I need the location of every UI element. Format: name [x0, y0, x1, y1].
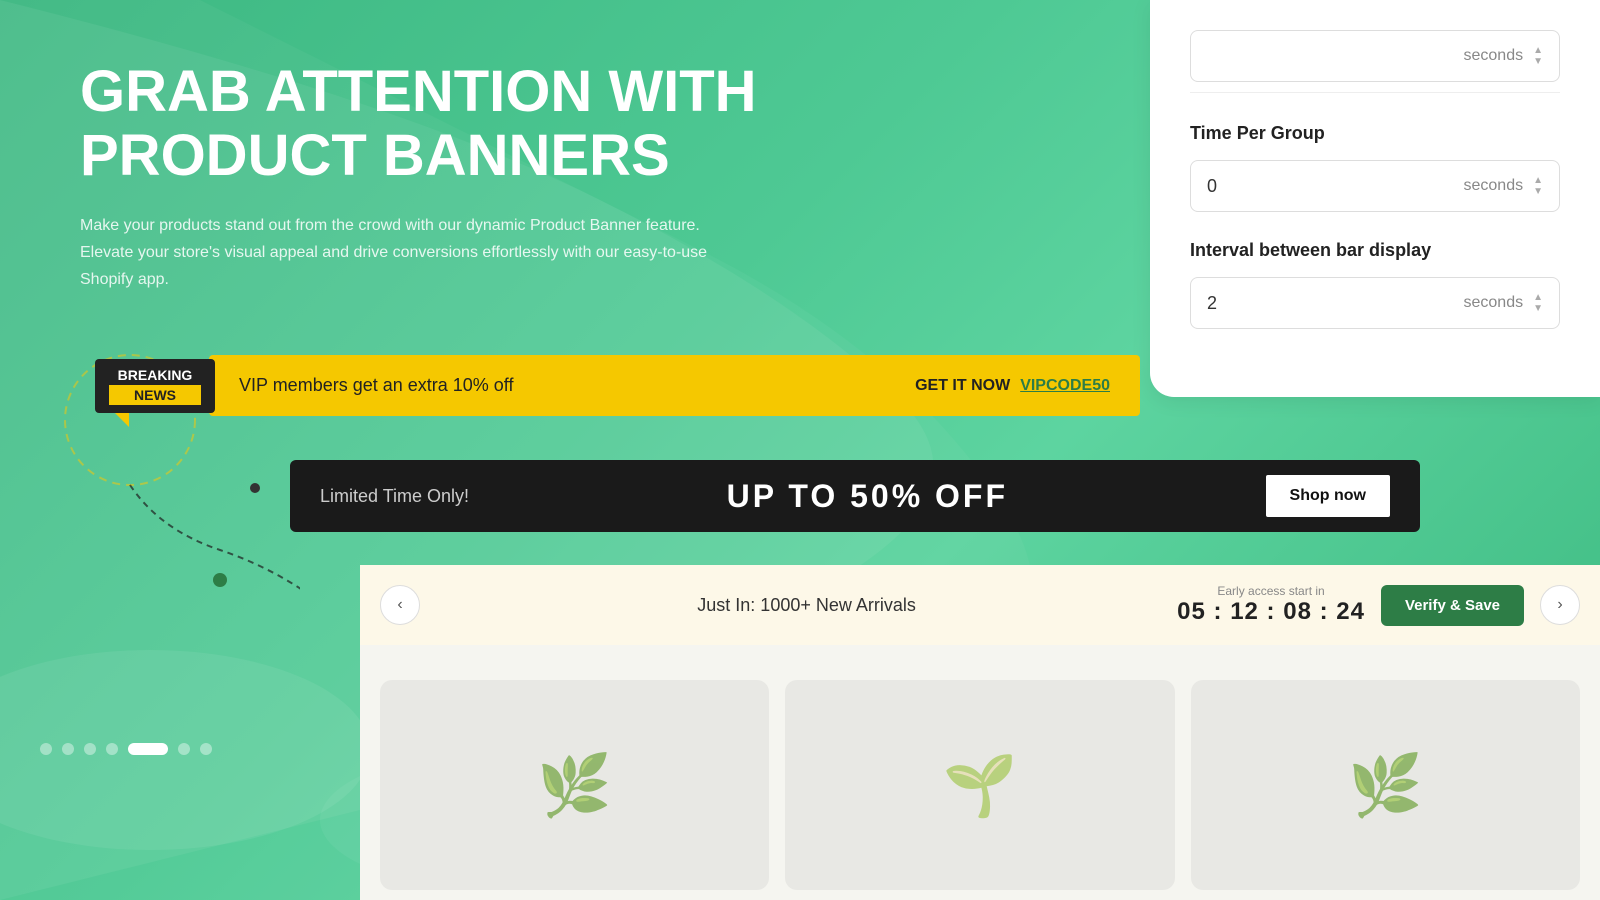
product-card-2: 🌱	[785, 680, 1174, 890]
breaking-news-cta: GET IT NOW VIPCODE50	[915, 377, 1110, 395]
hero-section: GRAB ATTENTION WITH PRODUCT BANNERS Make…	[80, 60, 830, 293]
dot-2[interactable]	[62, 743, 74, 755]
arrivals-banner: ‹ Just In: 1000+ New Arrivals Early acce…	[360, 565, 1600, 645]
breaking-tag: BREAKING NEWS	[95, 359, 215, 413]
plant-icon-3: 🌿	[1348, 750, 1423, 821]
time-per-group-unit-label: seconds	[1464, 177, 1524, 195]
interval-unit-group: seconds ▲ ▼	[1464, 292, 1544, 314]
shop-now-button[interactable]: Shop now	[1266, 475, 1390, 517]
early-access-section: Early access start in 05 : 12 : 08 : 24	[1177, 584, 1365, 626]
time-per-group-unit-group: seconds ▲ ▼	[1464, 175, 1544, 197]
time-per-group-value: 0	[1207, 176, 1217, 197]
interval-spinner[interactable]: ▲ ▼	[1533, 292, 1543, 314]
top-spinner[interactable]: ▲ ▼	[1533, 45, 1543, 67]
prev-arrow-icon: ‹	[397, 596, 402, 614]
dot-1[interactable]	[40, 743, 52, 755]
time-per-group-section: Time Per Group 0 seconds ▲ ▼	[1190, 123, 1560, 212]
hero-subtitle: Make your products stand out from the cr…	[80, 212, 720, 294]
time-per-group-label: Time Per Group	[1190, 123, 1560, 144]
products-area: 🌿 🌱 🌿	[360, 670, 1600, 900]
breaking-news-content: VIP members get an extra 10% off GET IT …	[209, 355, 1140, 416]
top-seconds-field: seconds ▲ ▼	[1190, 30, 1560, 82]
dot-6[interactable]	[178, 743, 190, 755]
interval-label: Interval between bar display	[1190, 240, 1560, 261]
arrivals-right-group: Early access start in 05 : 12 : 08 : 24 …	[1177, 584, 1580, 626]
interval-value: 2	[1207, 293, 1217, 314]
top-seconds-unit-label: seconds	[1464, 47, 1524, 65]
interval-field: 2 seconds ▲ ▼	[1190, 277, 1560, 329]
time-per-group-field: 0 seconds ▲ ▼	[1190, 160, 1560, 212]
early-access-label: Early access start in	[1177, 584, 1365, 598]
limited-time-label: Limited Time Only!	[320, 486, 469, 507]
breaking-news-message: VIP members get an extra 10% off	[239, 375, 513, 396]
breaking-news-banner: BREAKING NEWS VIP members get an extra 1…	[95, 355, 1140, 416]
plant-icon-1: 🌿	[537, 750, 612, 821]
product-card-3: 🌿	[1191, 680, 1580, 890]
countdown-timer: 05 : 12 : 08 : 24	[1177, 598, 1365, 626]
settings-panel: seconds ▲ ▼ Time Per Group 0 seconds ▲ ▼…	[1150, 0, 1600, 397]
hero-title: GRAB ATTENTION WITH PRODUCT BANNERS	[80, 60, 830, 188]
plant-icon-2: 🌱	[943, 750, 1018, 821]
interval-section: Interval between bar display 2 seconds ▲…	[1190, 240, 1560, 329]
top-seconds-unit-group: seconds ▲ ▼	[1464, 45, 1544, 67]
vip-code: VIPCODE50	[1020, 377, 1110, 395]
get-it-now-label: GET IT NOW	[915, 377, 1010, 395]
time-per-group-spinner[interactable]: ▲ ▼	[1533, 175, 1543, 197]
pagination-dots	[40, 743, 212, 755]
next-arrow-icon: ›	[1557, 596, 1562, 614]
next-arrow-button[interactable]: ›	[1540, 585, 1580, 625]
prev-arrow-button[interactable]: ‹	[380, 585, 420, 625]
verify-save-button[interactable]: Verify & Save	[1381, 585, 1524, 626]
dot-7[interactable]	[200, 743, 212, 755]
dot-5-active[interactable]	[128, 743, 168, 755]
dark-banner: Limited Time Only! UP TO 50% OFF Shop no…	[290, 460, 1420, 532]
sale-label: UP TO 50% OFF	[727, 478, 1008, 515]
product-card-1: 🌿	[380, 680, 769, 890]
arrivals-message: Just In: 1000+ New Arrivals	[697, 595, 916, 616]
dot-3[interactable]	[84, 743, 96, 755]
interval-unit-label: seconds	[1464, 294, 1524, 312]
dot-4[interactable]	[106, 743, 118, 755]
